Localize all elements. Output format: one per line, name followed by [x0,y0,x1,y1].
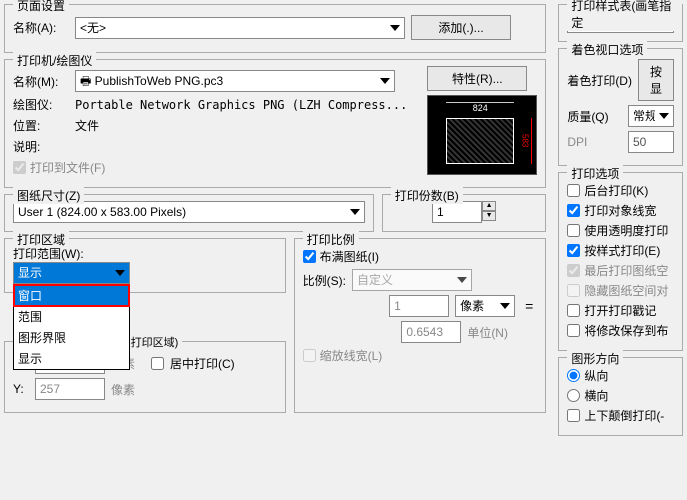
scale-num2 [401,321,461,343]
shade-label: 着色打印(D) [567,72,632,89]
opt-transparency[interactable] [567,224,580,237]
print-range-dropdown: 窗口 范围 图形界限 显示 [13,284,130,370]
print-to-file-label: 打印到文件(F) [30,159,105,176]
page-name-label: 名称(A): [13,19,69,36]
print-range-select[interactable]: 显示 [13,262,130,284]
portrait-radio[interactable] [567,369,580,382]
printer-name-select[interactable]: 🖶 PublishToWeb PNG.pc3 [75,70,395,92]
quality-label: 质量(Q) [567,108,622,125]
printer-name-label: 名称(M): [13,73,69,90]
fit-label: 布满图纸(I) [320,248,379,265]
opt-stamp[interactable] [567,304,580,317]
range-option-window[interactable]: 窗口 [14,285,129,306]
ratio-select: 自定义 [352,269,472,291]
copies-input[interactable] [432,201,482,223]
plotter-value: Portable Network Graphics PNG (LZH Compr… [75,98,407,112]
page-name-select[interactable]: <无> [75,17,405,39]
opt-save[interactable] [567,324,580,337]
opt-paperspace [567,264,580,277]
center-checkbox[interactable] [151,357,164,370]
scale-unit1[interactable]: 像素 [455,295,515,317]
properties-button[interactable]: 特性(R)... [427,66,527,91]
range-option-display[interactable]: 显示 [14,348,129,369]
print-area-title: 打印区域 [13,231,69,248]
offset-y-input[interactable] [35,378,105,400]
range-option-limits[interactable]: 图形界限 [14,327,129,348]
offset-y-label: Y: [13,382,29,396]
scale-unit2: 单位(N) [467,324,537,341]
ratio-label: 比例(S): [303,272,346,289]
viewport-title: 着色视口选项 [567,41,647,58]
scale-title: 打印比例 [303,231,359,248]
range-option-extents[interactable]: 范围 [14,306,129,327]
copies-up[interactable]: ▲ [482,201,496,211]
dpi-label: DPI [567,135,622,149]
opt-background[interactable] [567,184,580,197]
printer-group: 打印机/绘图仪 名称(M): 🖶 PublishToWeb PNG.pc3 绘图… [4,59,546,188]
opt-bystyle[interactable] [567,244,580,257]
scale-num1 [389,295,449,317]
style-table-title: 打印样式表(画笔指定 [567,0,682,31]
fit-checkbox[interactable] [303,250,316,263]
center-label: 居中打印(C) [170,355,235,372]
opt-hide [567,284,580,297]
copies-down[interactable]: ▼ [482,211,496,221]
desc-label: 说明: [13,138,69,155]
upside-checkbox[interactable] [567,409,580,422]
plotter-label: 绘图仪: [13,96,69,113]
paper-size-title: 图纸尺寸(Z) [13,187,84,204]
quality-select[interactable]: 常规 [628,105,674,127]
copies-title: 打印份数(B) [391,187,463,204]
orientation-title: 图形方向 [567,350,623,367]
print-preview: 824 583 [427,95,537,175]
options-title: 打印选项 [567,165,623,182]
scale-lw-label: 缩放线宽(L) [320,347,383,364]
scale-lw-checkbox [303,349,316,362]
add-button[interactable]: 添加(.)... [411,15,511,40]
preview-height: 583 [520,118,532,164]
landscape-radio[interactable] [567,389,580,402]
page-settings-title: 页面设置 [13,0,69,14]
opt-lineweight[interactable] [567,204,580,217]
preview-width: 824 [446,102,514,113]
printer-title: 打印机/绘图仪 [13,52,96,69]
offset-y-unit: 像素 [111,381,135,398]
paper-size-select[interactable]: User 1 (824.00 x 583.00 Pixels) [13,201,365,223]
location-label: 位置: [13,117,69,134]
dpi-input [628,131,674,153]
print-to-file-checkbox [13,161,26,174]
location-value: 文件 [75,117,99,134]
equals-sign: = [521,298,537,314]
shade-button[interactable]: 按显 [638,59,674,101]
page-settings-group: 页面设置 名称(A): <无> 添加(.)... [4,4,546,53]
